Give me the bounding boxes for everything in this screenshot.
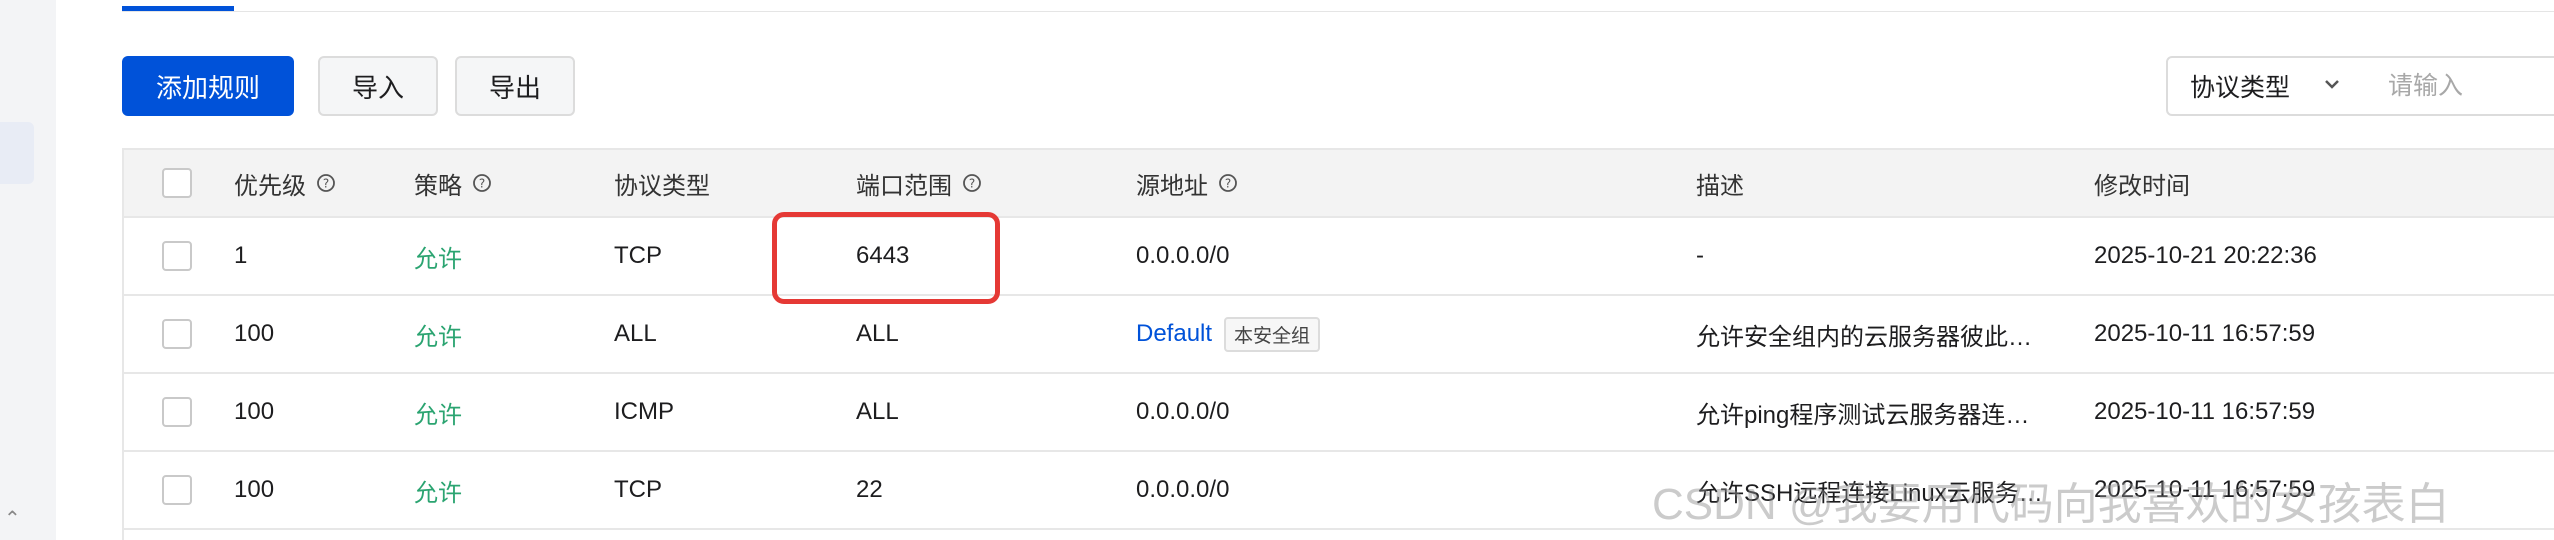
port-cell: 6443 [856, 242, 910, 269]
description-cell: 允许SSH远程连接Linux云服务… [1696, 479, 2043, 507]
protocol-type-select[interactable]: 协议类型 [2166, 56, 2366, 116]
header-source[interactable]: 源地址 ? [1136, 150, 1238, 216]
header-policy-label: 策略 [414, 172, 462, 200]
collapse-icon[interactable]: ⌃ [4, 506, 21, 531]
source-tag: 本安全组 [1224, 316, 1321, 352]
svg-text:?: ? [969, 177, 975, 191]
policy-cell: 允许 [414, 323, 462, 351]
protocol-cell: ICMP [614, 398, 674, 425]
table-row[interactable]: 1 允许 TCP 6443 0.0.0.0/0 - 2025-10-21 20:… [124, 218, 2554, 296]
port-cell: 22 [856, 476, 883, 503]
source-cell: 0.0.0.0/0 [1136, 476, 1230, 503]
select-all-checkbox[interactable] [162, 168, 192, 198]
modified-cell: 2025-10-11 16:57:59 [2094, 398, 2316, 425]
priority-cell: 100 [234, 398, 275, 425]
security-rules-table: 优先级 ? 策略 ? 协议类型 端口范围 ? 源地址 ? 描述 修改时间 1 允… [122, 148, 2554, 540]
help-icon[interactable]: ? [1218, 173, 1238, 193]
row-checkbox[interactable] [162, 475, 192, 505]
table-row[interactable]: 100 允许 ALL ALL Default 本安全组 允许安全组内的云服务器彼… [124, 296, 2554, 374]
source-cell: 0.0.0.0/0 [1136, 242, 1230, 269]
row-checkbox[interactable] [162, 397, 192, 427]
add-rule-button[interactable]: 添加规则 [122, 56, 294, 116]
row-checkbox[interactable] [162, 241, 192, 271]
help-icon[interactable]: ? [472, 173, 492, 193]
table-row[interactable]: 100 允许 TCP 22 0.0.0.0/0 允许SSH远程连接Linux云服… [124, 452, 2554, 530]
export-button[interactable]: 导出 [455, 56, 575, 116]
search-input[interactable] [2364, 56, 2554, 116]
policy-cell: 允许 [414, 479, 462, 507]
protocol-cell: TCP [614, 476, 662, 503]
protocol-cell: ALL [614, 320, 657, 347]
row-checkbox[interactable] [162, 319, 192, 349]
header-priority-label: 优先级 [234, 172, 306, 200]
header-protocol-label: 协议类型 [614, 172, 710, 200]
help-icon[interactable]: ? [316, 173, 336, 193]
description-cell: - [1696, 242, 1704, 269]
protocol-type-select-label: 协议类型 [2190, 74, 2291, 102]
left-nav-rail: ⌃ [0, 0, 56, 540]
policy-cell: 允许 [414, 245, 462, 273]
header-protocol[interactable]: 协议类型 [614, 150, 710, 216]
tabs-divider [122, 11, 2554, 12]
port-cell: ALL [856, 398, 899, 425]
header-modified-label: 修改时间 [2094, 172, 2190, 200]
table-header: 优先级 ? 策略 ? 协议类型 端口范围 ? 源地址 ? 描述 修改时间 [124, 150, 2554, 218]
help-icon[interactable]: ? [962, 173, 982, 193]
active-tab-indicator [122, 6, 234, 11]
modified-cell: 2025-10-21 20:22:36 [2094, 242, 2317, 269]
source-cell: 0.0.0.0/0 [1136, 398, 1230, 425]
priority-cell: 100 [234, 320, 275, 347]
source-cell: Default 本安全组 [1136, 296, 1321, 372]
svg-text:?: ? [323, 177, 329, 191]
description-cell: 允许安全组内的云服务器彼此… [1696, 323, 2032, 351]
header-port[interactable]: 端口范围 ? [856, 150, 982, 216]
description-cell: 允许ping程序测试云服务器连… [1696, 401, 2030, 429]
header-modified[interactable]: 修改时间 [2094, 150, 2190, 216]
header-port-label: 端口范围 [856, 172, 952, 200]
policy-cell: 允许 [414, 401, 462, 429]
header-source-label: 源地址 [1136, 172, 1208, 200]
header-priority[interactable]: 优先级 ? [234, 150, 336, 216]
chevron-down-icon [2325, 80, 2339, 89]
priority-cell: 1 [234, 242, 248, 269]
table-row[interactable]: 100 允许 ICMP ALL 0.0.0.0/0 允许ping程序测试云服务器… [124, 374, 2554, 452]
svg-text:?: ? [479, 177, 485, 191]
modified-cell: 2025-10-11 16:57:59 [2094, 320, 2316, 347]
source-group-link[interactable]: Default [1136, 320, 1212, 348]
header-description[interactable]: 描述 [1696, 150, 1744, 216]
port-cell: ALL [856, 320, 899, 347]
modified-cell: 2025-10-11 16:57:59 [2094, 476, 2316, 503]
svg-text:?: ? [1225, 177, 1231, 191]
header-description-label: 描述 [1696, 172, 1744, 200]
protocol-cell: TCP [614, 242, 662, 269]
import-button[interactable]: 导入 [318, 56, 438, 116]
nav-active-marker[interactable] [0, 122, 34, 184]
priority-cell: 100 [234, 476, 275, 503]
header-policy[interactable]: 策略 ? [414, 150, 492, 216]
